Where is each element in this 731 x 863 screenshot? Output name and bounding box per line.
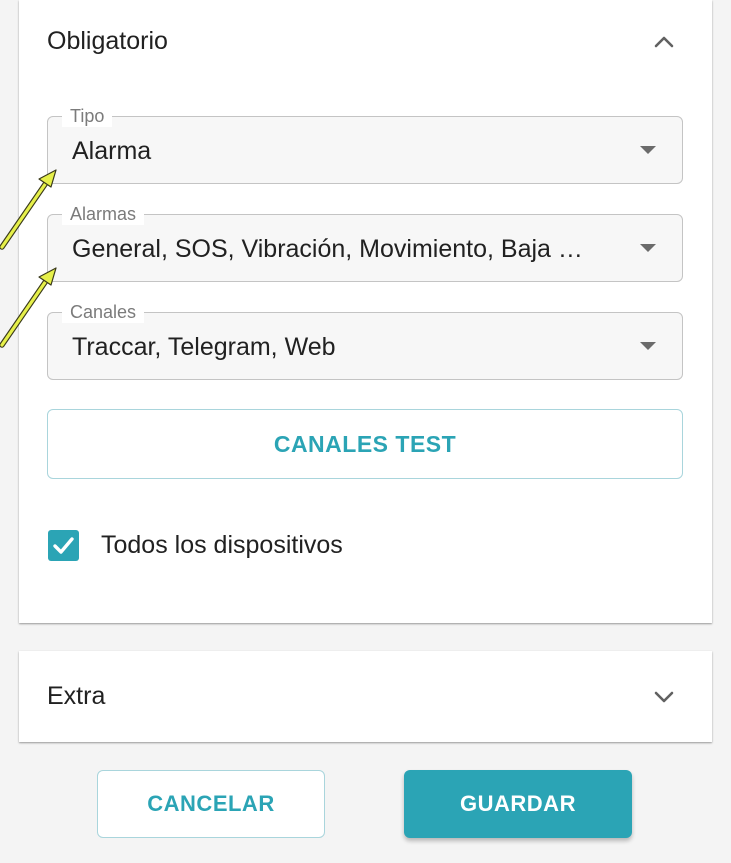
- dropdown-arrow-icon: [638, 241, 658, 255]
- accordion-required: Obligatorio Tipo Alarma Alarmas General,…: [19, 0, 712, 623]
- type-select[interactable]: Tipo Alarma: [47, 105, 683, 184]
- accordion-required-title: Obligatorio: [47, 27, 168, 55]
- dropdown-arrow-icon: [638, 339, 658, 353]
- checkmark-icon: [53, 537, 74, 554]
- alarms-select-value: General, SOS, Vibración, Movimiento, Baj…: [72, 235, 583, 263]
- dropdown-arrow-icon: [638, 143, 658, 157]
- all-devices-label: Todos los dispositivos: [101, 531, 343, 559]
- save-button[interactable]: GUARDAR: [404, 770, 632, 838]
- alarms-select[interactable]: Alarmas General, SOS, Vibración, Movimie…: [47, 203, 683, 282]
- chevron-down-icon[interactable]: [650, 683, 678, 711]
- channels-select[interactable]: Canales Traccar, Telegram, Web: [47, 301, 683, 380]
- test-channels-button[interactable]: CANALES TEST: [47, 409, 683, 479]
- channels-select-value: Traccar, Telegram, Web: [72, 333, 336, 361]
- type-select-value: Alarma: [72, 137, 152, 165]
- cancel-button[interactable]: CANCELAR: [97, 770, 325, 838]
- alarms-select-label: Alarmas: [62, 203, 145, 225]
- accordion-extra[interactable]: Extra: [19, 651, 712, 742]
- type-select-label: Tipo: [62, 105, 113, 127]
- all-devices-checkbox[interactable]: [48, 530, 79, 561]
- accordion-extra-title: Extra: [47, 682, 106, 710]
- chevron-up-icon[interactable]: [650, 28, 678, 56]
- channels-select-label: Canales: [62, 301, 145, 323]
